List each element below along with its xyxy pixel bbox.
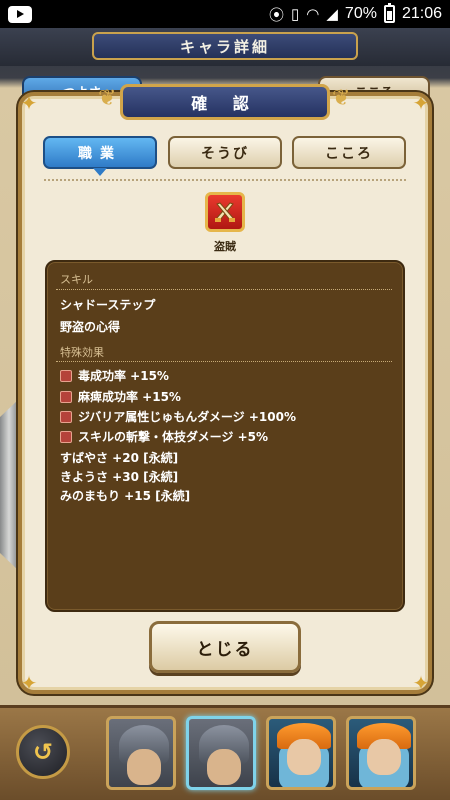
title-ornament-right-icon: ❦ bbox=[332, 86, 351, 111]
avatar bbox=[207, 749, 241, 785]
effect-item: スキルの斬撃・体技ダメージ +5% bbox=[60, 428, 268, 445]
signal-icon: ◢ bbox=[326, 6, 338, 23]
corner-ornament-icon: ✦ bbox=[20, 91, 38, 115]
corner-ornament-icon: ✦ bbox=[412, 91, 430, 115]
effect-item: ジバリア属性じゅもんダメージ +100% bbox=[60, 408, 296, 425]
skill-item: シャドーステップ bbox=[60, 298, 156, 312]
effect-text: 麻痺成功率 +15% bbox=[78, 390, 181, 404]
avatar bbox=[367, 739, 401, 775]
close-button[interactable]: とじる bbox=[149, 621, 301, 673]
effect-text: スキルの斬撃・体技ダメージ +5% bbox=[78, 430, 269, 444]
effect-icon bbox=[60, 430, 72, 443]
effect-text: ジバリア属性じゅもんダメージ +100% bbox=[78, 410, 296, 424]
job-name: 盗賊 bbox=[214, 240, 236, 253]
battery-percent: 70% bbox=[344, 5, 377, 22]
location-icon: ⦿ bbox=[269, 6, 285, 24]
clock: 21:06 bbox=[401, 5, 442, 22]
skill-item: 野盗の心得 bbox=[60, 320, 121, 334]
avatar bbox=[287, 739, 321, 775]
party-member-1[interactable] bbox=[106, 716, 176, 790]
sword-decoration bbox=[0, 400, 18, 570]
status-icons: ⦿ ▯ ◠ ◢ 70% 21:06 bbox=[269, 3, 442, 25]
page-title: キャラ詳細 bbox=[92, 32, 358, 60]
back-button[interactable]: ↺ bbox=[16, 725, 70, 779]
party-member-4[interactable] bbox=[346, 716, 416, 790]
vibrate-icon: ▯ bbox=[291, 6, 300, 23]
effect-icon bbox=[60, 369, 72, 382]
corner-ornament-icon: ✦ bbox=[412, 671, 430, 695]
effect-item: 麻痺成功率 +15% bbox=[60, 388, 181, 405]
divider bbox=[56, 289, 392, 290]
permanent-stat: みのまもり +15 [永続] bbox=[60, 489, 191, 503]
title-ornament-left-icon: ❦ bbox=[98, 86, 117, 111]
status-bar: ⦿ ▯ ◠ ◢ 70% 21:06 bbox=[0, 0, 450, 28]
permanent-stat: すばやさ +20 [永続] bbox=[60, 451, 179, 465]
party-member-3[interactable] bbox=[266, 716, 336, 790]
effects-heading: 特殊効果 bbox=[60, 346, 104, 359]
effect-item: 毒成功率 +15% bbox=[60, 367, 169, 384]
avatar bbox=[127, 749, 161, 785]
skills-heading: スキル bbox=[60, 273, 93, 286]
tab-equipment[interactable]: そうび bbox=[168, 136, 282, 169]
dialog-title: 確 認 bbox=[120, 84, 330, 120]
effect-icon bbox=[60, 410, 72, 423]
party-member-2[interactable] bbox=[186, 716, 256, 790]
corner-ornament-icon: ✦ bbox=[20, 671, 38, 695]
youtube-icon bbox=[8, 5, 32, 23]
permanent-stat: きようさ +30 [永続] bbox=[60, 470, 179, 484]
battery-icon bbox=[383, 3, 395, 23]
divider bbox=[44, 179, 406, 181]
effect-icon bbox=[60, 390, 72, 403]
tab-heart[interactable]: こころ bbox=[292, 136, 406, 169]
back-arrow-icon: ↺ bbox=[32, 738, 54, 766]
daggers-icon bbox=[205, 192, 245, 232]
divider bbox=[56, 361, 392, 362]
tab-job[interactable]: 職業 bbox=[43, 136, 157, 176]
effect-text: 毒成功率 +15% bbox=[78, 369, 169, 383]
wifi-icon: ◠ bbox=[306, 6, 320, 23]
